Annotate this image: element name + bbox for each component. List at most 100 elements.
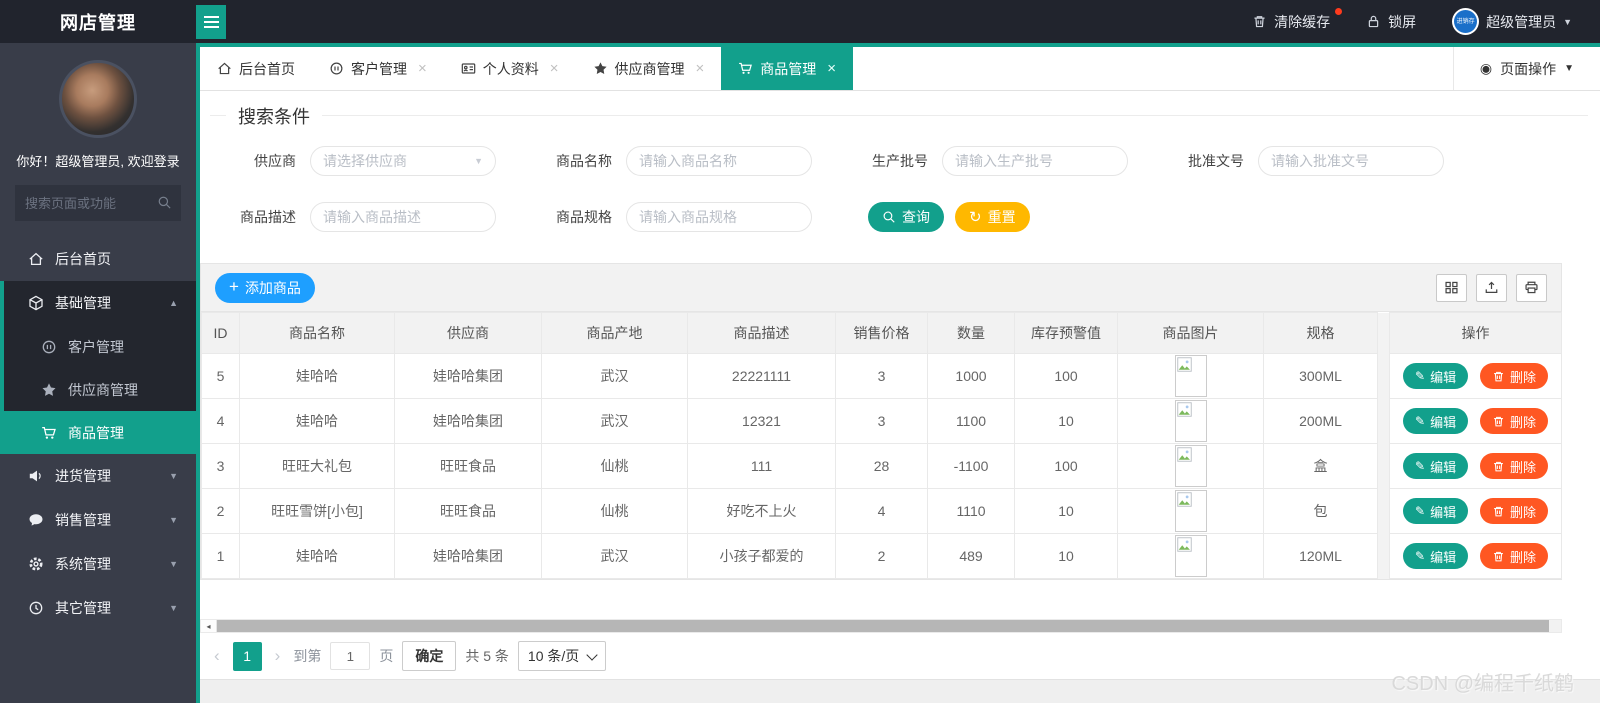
cell-price: 4 [835, 488, 928, 534]
chevron-down-icon: ▼ [169, 559, 178, 569]
delete-button[interactable]: 删除 [1479, 543, 1548, 569]
close-icon[interactable]: × [827, 60, 836, 77]
tab-customers[interactable]: 客户管理 × [312, 47, 444, 90]
approval-label: 批准文号 [1188, 153, 1244, 169]
spec-field-group: 商品规格 [536, 202, 852, 232]
table-header-row: ID 商品名称 供应商 商品产地 商品描述 销售价格 数量 库存预警值 商品图片… [201, 312, 1562, 354]
chevron-down-icon: ▼ [169, 603, 178, 613]
query-button[interactable]: 查询 [868, 202, 944, 232]
print-button[interactable] [1516, 273, 1547, 302]
cart-icon [41, 426, 56, 439]
cell-actions: ✎ 编辑 删除 [1389, 398, 1562, 444]
cell-description: 小孩子都爱的 [687, 533, 836, 579]
delete-button[interactable]: 删除 [1479, 408, 1548, 434]
main-area: 后台首页 客户管理 × 个人资料 × 供应商管理 × 商品管理 × ◉ 页面操作… [196, 43, 1600, 703]
pagination-bar: ‹ 1 › 到第 页 确定 共 5 条 10 条/页 [200, 633, 1562, 679]
menu-toggle-button[interactable] [196, 4, 226, 39]
sidebar-item-customers[interactable]: 客户管理 [4, 325, 196, 368]
scrollbar-thumb[interactable] [217, 620, 1549, 632]
tab-products[interactable]: 商品管理 × [721, 47, 854, 90]
cell-origin: 仙桃 [541, 488, 688, 534]
page-actions-dropdown[interactable]: ◉ 页面操作 ▼ [1452, 47, 1600, 90]
table-scroll-gutter [1377, 488, 1390, 534]
delete-button[interactable]: 删除 [1479, 498, 1548, 524]
approval-input[interactable] [1258, 146, 1444, 176]
pencil-icon: ✎ [1415, 414, 1426, 428]
sidebar-item-products[interactable]: 商品管理 [4, 411, 196, 454]
spec-label: 商品规格 [556, 209, 612, 225]
supplier-select[interactable]: 请选择供应商 ▼ [310, 146, 496, 176]
col-price: 销售价格 [835, 312, 928, 354]
table-row: 5 娃哈哈 娃哈哈集团 武汉 22221111 3 1000 100 300ML… [201, 353, 1562, 399]
cell-product-name: 娃哈哈 [239, 533, 395, 579]
goto-page-input[interactable] [330, 642, 371, 670]
delete-button[interactable]: 删除 [1479, 453, 1548, 479]
edit-button[interactable]: ✎ 编辑 [1403, 363, 1469, 389]
edit-button[interactable]: ✎ 编辑 [1403, 543, 1469, 569]
cell-spec: 200ML [1263, 398, 1378, 444]
col-product-image: 商品图片 [1117, 312, 1264, 354]
page-size-select[interactable]: 10 条/页 [517, 641, 607, 671]
table-row: 4 娃哈哈 娃哈哈集团 武汉 12321 3 1100 10 200ML ✎ 编辑… [201, 398, 1562, 444]
next-page-button[interactable]: › [271, 646, 285, 666]
sidebar-item-home[interactable]: 后台首页 [0, 237, 196, 281]
tab-profile[interactable]: 个人资料 × [444, 47, 576, 90]
tab-suppliers[interactable]: 供应商管理 × [576, 47, 722, 90]
reset-button[interactable]: ↻ 重置 [955, 202, 1030, 232]
sidebar-item-basic-management[interactable]: 基础管理 ▲ [4, 281, 196, 325]
tab-home[interactable]: 后台首页 [200, 47, 312, 90]
delete-button[interactable]: 删除 [1479, 363, 1548, 389]
trash-icon [1493, 551, 1504, 561]
clear-cache-button[interactable]: 清除缓存 [1252, 7, 1343, 32]
col-spec: 规格 [1263, 312, 1378, 354]
close-icon[interactable]: × [696, 60, 705, 77]
lock-screen-button[interactable]: 锁屏 [1366, 12, 1416, 32]
edit-button[interactable]: ✎ 编辑 [1403, 453, 1469, 479]
goto-label: 到第 [293, 648, 322, 664]
batch-input[interactable] [942, 146, 1128, 176]
close-icon[interactable]: × [550, 60, 559, 77]
col-id: ID [201, 312, 240, 354]
product-name-label: 商品名称 [556, 153, 612, 169]
pause-circle-icon [42, 340, 56, 353]
prev-page-button[interactable]: ‹ [210, 646, 224, 666]
cell-description: 22221111 [687, 353, 836, 399]
clear-cache-label: 清除缓存 [1274, 13, 1331, 30]
current-page-button[interactable]: 1 [232, 641, 262, 671]
cell-supplier: 旺旺食品 [394, 488, 542, 534]
add-product-button[interactable]: + 添加商品 [215, 272, 315, 303]
app-title: 网店管理 [60, 12, 136, 33]
cell-id: 3 [201, 443, 240, 489]
spec-input[interactable] [626, 202, 812, 232]
export-button[interactable] [1476, 273, 1507, 302]
scroll-left-arrow-icon[interactable]: ◂ [201, 620, 217, 632]
batch-label: 生产批号 [872, 153, 928, 169]
cell-stock-warning: 10 [1014, 488, 1118, 534]
horizontal-scrollbar[interactable]: ◂ [200, 619, 1562, 633]
broken-image-placeholder [1174, 355, 1207, 397]
col-stock-warning: 库存预警值 [1014, 312, 1118, 354]
user-photo-avatar[interactable] [59, 60, 137, 138]
sidebar-item-system[interactable]: 系统管理 ▼ [0, 542, 196, 586]
user-menu[interactable]: 进销存 超级管理员 ▼ [1452, 8, 1572, 35]
broken-image-icon [1176, 447, 1192, 462]
sidebar-item-other[interactable]: 其它管理 ▼ [0, 586, 196, 630]
edit-button[interactable]: ✎ 编辑 [1403, 498, 1469, 524]
table-scroll-gutter [1377, 443, 1390, 489]
goto-confirm-button[interactable]: 确定 [402, 641, 457, 671]
description-label: 商品描述 [240, 209, 296, 225]
sidebar-item-sales[interactable]: 销售管理 ▼ [0, 498, 196, 542]
page-unit-label: 页 [379, 648, 394, 664]
cell-id: 2 [201, 488, 240, 534]
grid-icon [1445, 281, 1458, 294]
edit-button[interactable]: ✎ 编辑 [1403, 408, 1469, 434]
sidebar-item-purchasing[interactable]: 进货管理 ▼ [0, 454, 196, 498]
speaker-icon [29, 469, 41, 483]
close-icon[interactable]: × [418, 60, 427, 77]
sidebar-item-suppliers[interactable]: 供应商管理 [4, 368, 196, 411]
description-input[interactable] [310, 202, 496, 232]
search-icon [883, 211, 895, 223]
toggle-columns-button[interactable] [1436, 273, 1467, 302]
product-name-input[interactable] [626, 146, 812, 176]
batch-field-group: 生产批号 [852, 146, 1168, 176]
